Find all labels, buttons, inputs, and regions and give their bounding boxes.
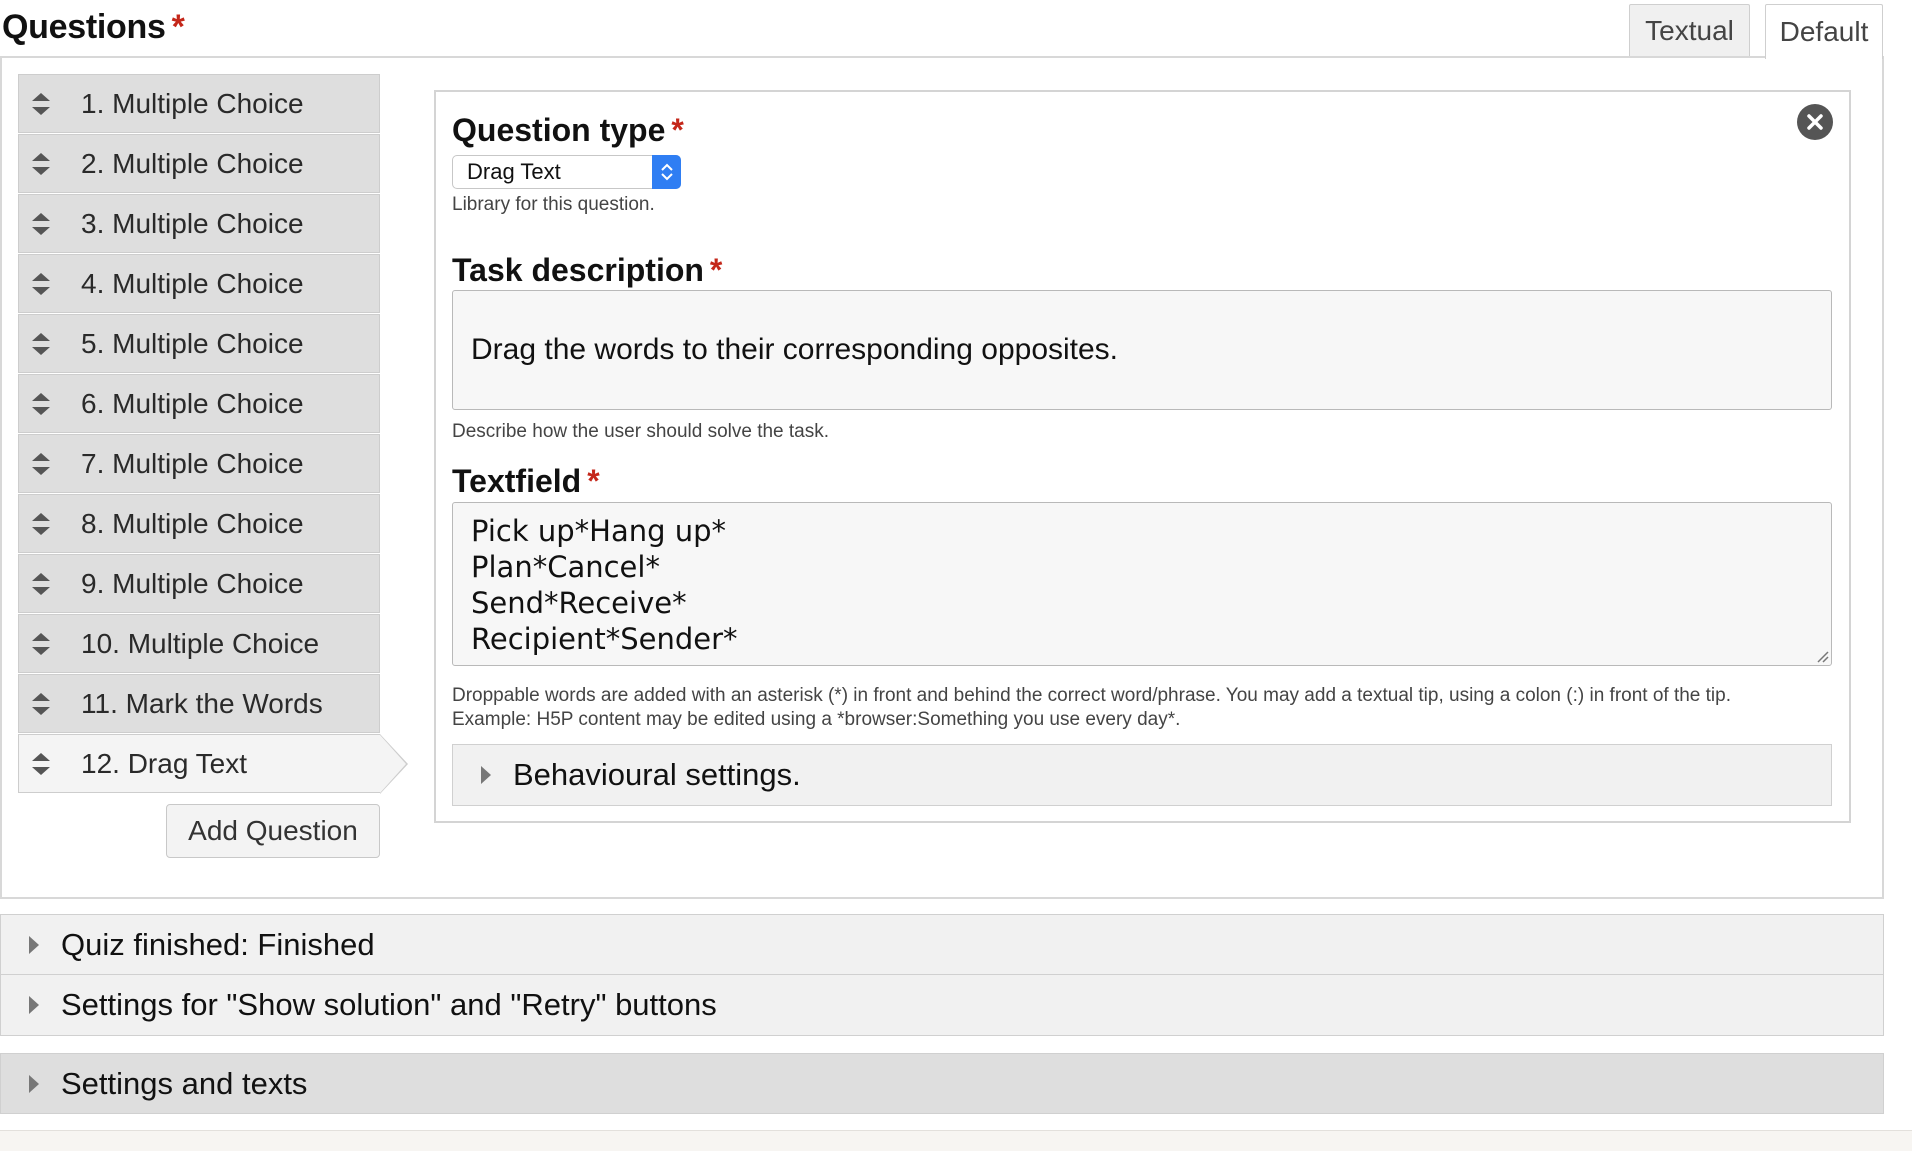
textfield-line: Send*Receive* [471, 586, 687, 620]
required-asterisk: * [671, 112, 684, 148]
question-list-item-label: 10. Multiple Choice [81, 627, 320, 659]
question-type-label-text: Question type [452, 112, 666, 148]
question-list-item[interactable]: 2. Multiple Choice [18, 134, 380, 193]
drag-handle-icon[interactable] [29, 630, 53, 658]
drag-handle-icon[interactable] [29, 510, 53, 538]
question-list-item[interactable]: 3. Multiple Choice [18, 194, 380, 253]
caret-right-icon [29, 1074, 39, 1093]
textfield-line: Plan*Cancel* [471, 550, 660, 584]
caret-right-icon [29, 996, 39, 1014]
question-list-item[interactable]: 5. Multiple Choice [18, 314, 380, 373]
tab-default[interactable]: Default [1765, 4, 1883, 59]
question-list-item[interactable]: 11. Mark the Words [18, 674, 380, 733]
drag-handle-icon[interactable] [29, 150, 53, 178]
task-description-input[interactable]: Drag the words to their corresponding op… [452, 290, 1832, 410]
drag-handle-icon[interactable] [29, 750, 53, 778]
textfield-help-line1: Droppable words are added with an asteri… [452, 685, 1732, 706]
quiz-finished-section[interactable]: Quiz finished: Finished [0, 914, 1884, 975]
textfield-help-line2: Example: H5P content may be edited using… [452, 709, 1181, 730]
question-type-select[interactable]: Drag Text [452, 155, 681, 189]
questions-heading: Questions * [2, 8, 185, 47]
question-list-item-label: 4. Multiple Choice [81, 267, 304, 299]
behavioural-settings-toggle[interactable]: Behavioural settings. [452, 744, 1832, 806]
question-list-item-label: 5. Multiple Choice [81, 327, 304, 359]
question-list-item[interactable]: 1. Multiple Choice [18, 74, 380, 133]
question-list-item-label: 12. Drag Text [81, 747, 248, 779]
question-type-help: Library for this question. [452, 194, 655, 215]
page-bottom-strip [0, 1130, 1912, 1151]
behavioural-settings-label: Behavioural settings. [513, 757, 801, 792]
drag-handle-icon[interactable] [29, 330, 53, 358]
show-solution-retry-section[interactable]: Settings for "Show solution" and "Retry"… [0, 975, 1884, 1036]
textfield-label-text: Textfield [452, 463, 582, 499]
questions-title-text: Questions [2, 8, 166, 46]
drag-handle-icon[interactable] [29, 390, 53, 418]
tab-textual[interactable]: Textual [1629, 4, 1750, 56]
caret-right-icon [481, 766, 491, 784]
question-list-item-label: 9. Multiple Choice [81, 567, 304, 599]
question-list-item[interactable]: 10. Multiple Choice [18, 614, 380, 673]
task-description-help: Describe how the user should solve the t… [452, 421, 830, 442]
select-arrows-icon [652, 155, 681, 189]
drag-handle-icon[interactable] [29, 270, 53, 298]
drag-handle-icon[interactable] [29, 450, 53, 478]
textfield-line: Pick up*Hang up* [471, 514, 727, 548]
question-list-item[interactable]: 9. Multiple Choice [18, 554, 380, 613]
required-asterisk: * [709, 252, 723, 288]
question-list-item[interactable]: 7. Multiple Choice [18, 434, 380, 493]
question-list-item[interactable]: 12. Drag Text [18, 734, 408, 794]
question-list-item-label: 6. Multiple Choice [81, 387, 304, 419]
textfield-line: Recipient*Sender* [471, 622, 738, 656]
question-list-item-label: 1. Multiple Choice [81, 87, 304, 119]
remove-question-icon[interactable] [1797, 104, 1833, 140]
question-list-item[interactable]: 8. Multiple Choice [18, 494, 380, 553]
task-description-value: Drag the words to their corresponding op… [471, 333, 1119, 366]
settings-and-texts-label: Settings and texts [61, 1065, 308, 1101]
resize-grip-icon[interactable] [1815, 649, 1829, 663]
show-solution-retry-label: Settings for "Show solution" and "Retry"… [61, 987, 717, 1022]
drag-handle-icon[interactable] [29, 570, 53, 598]
caret-right-icon [29, 935, 39, 954]
add-question-button[interactable]: Add Question [166, 804, 380, 858]
settings-and-texts-section[interactable]: Settings and texts [0, 1053, 1884, 1114]
question-list-item-label: 2. Multiple Choice [81, 147, 304, 179]
drag-handle-icon[interactable] [29, 690, 53, 718]
question-list-item-label: 3. Multiple Choice [81, 207, 304, 239]
quiz-finished-label: Quiz finished: Finished [61, 926, 375, 962]
question-list-item-label: 7. Multiple Choice [81, 447, 304, 479]
textfield-label: Textfield * [452, 463, 600, 500]
question-list-item[interactable]: 4. Multiple Choice [18, 254, 380, 313]
question-list-item-label: 8. Multiple Choice [81, 507, 304, 539]
required-asterisk: * [171, 8, 185, 46]
task-description-label: Task description * [452, 252, 722, 289]
task-description-label-text: Task description [452, 252, 704, 288]
required-asterisk: * [587, 463, 600, 499]
question-list-item-label: 11. Mark the Words [81, 687, 323, 719]
drag-handle-icon[interactable] [29, 90, 53, 118]
question-list: 1. Multiple Choice 2. Multiple Choice 3. M… [18, 74, 408, 794]
textfield-textarea[interactable]: Pick up*Hang up* Plan*Cancel* Send*Recei… [452, 502, 1832, 666]
drag-handle-icon[interactable] [29, 210, 53, 238]
question-type-label: Question type * [452, 112, 684, 149]
question-list-item[interactable]: 6. Multiple Choice [18, 374, 380, 433]
question-type-value: Drag Text [467, 159, 561, 184]
